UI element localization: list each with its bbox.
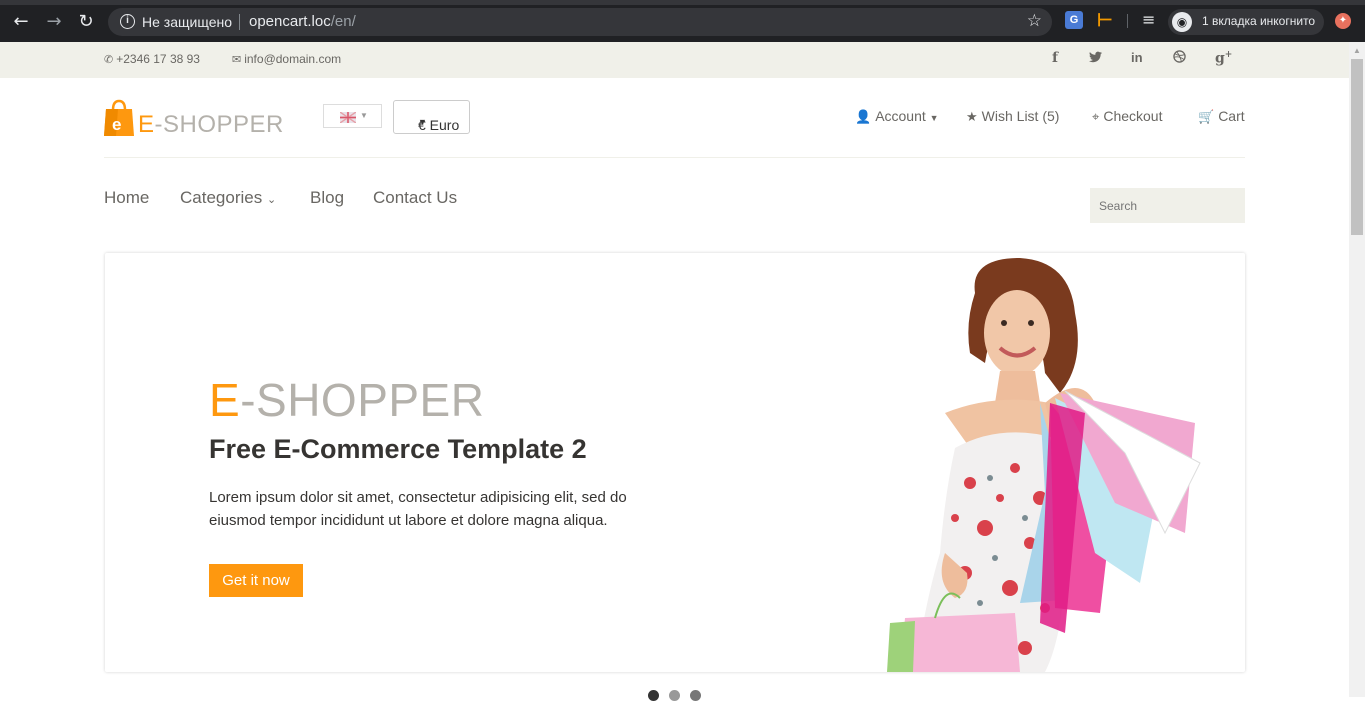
- search-input[interactable]: [1090, 188, 1245, 223]
- twitter-icon[interactable]: [1089, 50, 1102, 66]
- chevron-down-icon: ▼: [360, 111, 368, 120]
- caret-down-icon: ▼: [418, 117, 427, 127]
- scroll-thumb[interactable]: [1351, 59, 1363, 235]
- slider-dot-3[interactable]: [690, 690, 701, 701]
- nav-blog[interactable]: Blog: [310, 188, 344, 208]
- email-address[interactable]: info@domain.com: [244, 52, 341, 66]
- hero-slider: E-SHOPPER Free E-Commerce Template 2 Lor…: [105, 253, 1245, 672]
- slider-dot-2[interactable]: [669, 690, 680, 701]
- hero-model-image: [887, 258, 1201, 672]
- dribbble-icon[interactable]: [1173, 50, 1186, 66]
- url-text[interactable]: opencart.loc/en/: [249, 13, 356, 30]
- slider-brand-e: E: [209, 374, 241, 426]
- incognito-label: 1 вкладка инкогнито: [1202, 14, 1316, 28]
- page-scrollbar[interactable]: ▲: [1349, 42, 1365, 697]
- translate-extension-icon[interactable]: G: [1065, 11, 1083, 29]
- profile-extension-icon[interactable]: ✦: [1335, 13, 1351, 29]
- toolbar-divider: [1127, 14, 1128, 28]
- info-icon[interactable]: i: [120, 14, 135, 29]
- facebook-icon[interactable]: f: [1052, 50, 1058, 66]
- nav-categories-label: Categories: [180, 188, 263, 207]
- bookmark-star-icon[interactable]: ☆: [1027, 11, 1042, 31]
- shopping-bag-logo-icon: e: [104, 99, 134, 136]
- account-menu[interactable]: 👤 Account ▼: [855, 108, 939, 125]
- slider-dot-1[interactable]: [648, 690, 659, 701]
- wishlist-link[interactable]: ★ Wish List (5): [966, 108, 1059, 125]
- header-middle: e E-SHOPPER ▼ € Euro ▼ 👤 Account ▼ ★ Wish …: [104, 78, 1245, 158]
- caret-down-icon: ▼: [929, 113, 939, 123]
- envelope-icon: ✉: [232, 53, 242, 66]
- chevron-down-icon: ⌄: [266, 194, 277, 206]
- header-top-bar: ✆ +2346 17 38 93 ✉ info@domain.com f in g+: [0, 42, 1349, 78]
- nav-categories[interactable]: Categories ⌄: [180, 188, 276, 208]
- back-icon[interactable]: ←: [10, 11, 32, 33]
- language-selector[interactable]: ▼: [323, 104, 382, 128]
- cart-label: Cart: [1218, 108, 1245, 124]
- get-it-now-button[interactable]: Get it now: [209, 564, 303, 597]
- user-icon: 👤: [855, 110, 872, 125]
- reload-icon[interactable]: ↻: [75, 11, 97, 33]
- url-host: opencart.loc: [249, 13, 331, 30]
- omnibox-divider: [239, 14, 240, 30]
- address-bar[interactable]: i Не защищено opencart.loc/en/ ☆: [108, 8, 1052, 36]
- nav-contact-us[interactable]: Contact Us: [373, 188, 457, 208]
- email-contact[interactable]: ✉ info@domain.com: [232, 52, 341, 66]
- linkedin-icon[interactable]: in: [1131, 50, 1143, 65]
- extension-tool-icon[interactable]: ⊢: [1097, 11, 1115, 29]
- wishlist-label: Wish List (5): [981, 108, 1060, 124]
- currency-selector[interactable]: € Euro ▼: [393, 100, 470, 134]
- url-path: /en/: [330, 13, 356, 30]
- incognito-indicator[interactable]: ◉ 1 вкладка инкогнито: [1168, 9, 1324, 35]
- security-label[interactable]: Не защищено: [142, 14, 232, 30]
- slider-brand-rest: -SHOPPER: [240, 374, 485, 426]
- logo-text-e: E: [138, 111, 155, 138]
- phone-contact: ✆ +2346 17 38 93: [104, 52, 200, 66]
- incognito-icon: ◉: [1172, 12, 1192, 32]
- phone-number: +2346 17 38 93: [116, 52, 200, 66]
- browser-toolbar: ← → ↻ i Не защищено opencart.loc/en/ ☆ G…: [0, 0, 1365, 42]
- tab-strip: [0, 0, 1365, 5]
- forward-icon[interactable]: →: [43, 11, 65, 33]
- star-icon: ★: [966, 110, 978, 125]
- account-label: Account: [875, 108, 926, 124]
- reading-list-icon[interactable]: ≡: [1142, 11, 1160, 29]
- slider-description: Lorem ipsum dolor sit amet, consectetur …: [209, 489, 627, 529]
- checkout-link[interactable]: ⌖ Checkout: [1092, 108, 1162, 125]
- nav-home[interactable]: Home: [104, 188, 149, 208]
- logo-text-rest: -SHOPPER: [154, 111, 284, 138]
- cart-link[interactable]: 🛒 Cart: [1198, 108, 1245, 125]
- svg-text:e: e: [112, 115, 121, 134]
- scroll-up-arrow-icon[interactable]: ▲: [1349, 42, 1365, 59]
- phone-icon: ✆: [104, 53, 114, 66]
- logo-text: E-SHOPPER: [138, 111, 284, 139]
- slider-brand: E-SHOPPER: [209, 373, 484, 427]
- uk-flag-icon: [340, 112, 356, 123]
- shopping-cart-icon: 🛒: [1198, 110, 1215, 125]
- crosshairs-icon: ⌖: [1092, 110, 1100, 125]
- checkout-label: Checkout: [1103, 108, 1163, 124]
- slider-title: Free E-Commerce Template 2: [209, 434, 587, 464]
- google-plus-icon[interactable]: g+: [1215, 50, 1232, 67]
